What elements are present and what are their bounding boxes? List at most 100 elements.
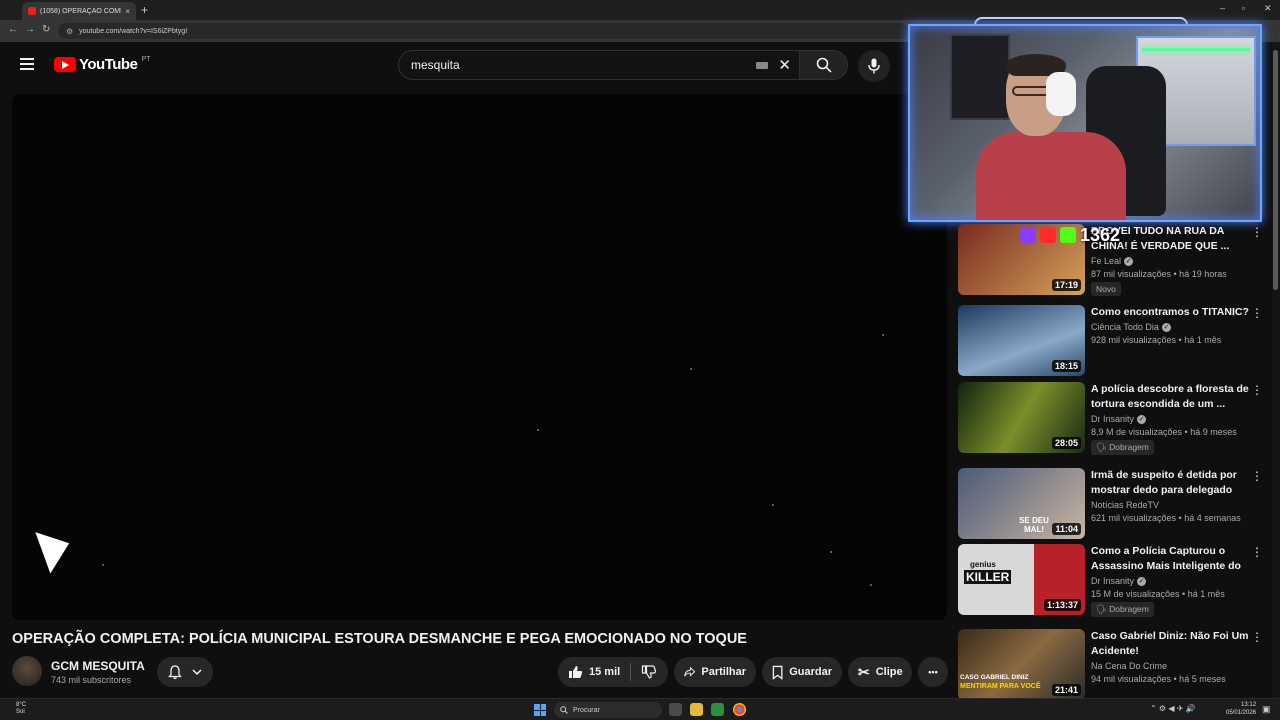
save-button[interactable]: Guardar bbox=[762, 657, 842, 687]
more-options-icon[interactable]: ⋮ bbox=[1251, 384, 1263, 396]
clip-button[interactable]: ✂ Clipe bbox=[848, 657, 912, 687]
reload-icon[interactable]: ↻ bbox=[42, 24, 50, 35]
video-thumbnail[interactable]: 28:05 bbox=[958, 382, 1085, 453]
taskbar-clock[interactable]: 13:12 05/01/2026 bbox=[1226, 701, 1256, 717]
notification-icon[interactable]: ▣ bbox=[1262, 704, 1271, 715]
minimize-icon[interactable]: – bbox=[1220, 3, 1225, 13]
bookmark-icon bbox=[772, 665, 783, 680]
thumbs-up-icon bbox=[569, 666, 583, 678]
search-button[interactable] bbox=[800, 50, 848, 80]
recommendation-channel[interactable]: Fe Leal bbox=[1091, 256, 1121, 266]
recommendation-meta: 94 mil visualizações • há 5 meses bbox=[1091, 674, 1226, 684]
video-thumbnail[interactable]: genius KILLER 1:13:37 bbox=[958, 544, 1085, 615]
chrome-icon[interactable] bbox=[733, 703, 746, 716]
taskbar-search-placeholder: Procurar bbox=[573, 706, 600, 714]
store-icon[interactable] bbox=[711, 703, 724, 716]
thumbnail-label: genius bbox=[970, 560, 996, 569]
recommendation-title[interactable]: A polícia descobre a floresta de tortura… bbox=[1091, 382, 1251, 412]
recommendation-channel[interactable]: Dr Insanity bbox=[1091, 414, 1134, 424]
thumbs-down-icon[interactable] bbox=[641, 665, 657, 679]
more-options-icon[interactable]: ⋮ bbox=[1251, 631, 1263, 643]
video-thumbnail[interactable]: 18:15 bbox=[958, 305, 1085, 376]
scissors-icon: ✂ bbox=[858, 663, 870, 680]
recommendation-channel[interactable]: Na Cena Do Crime bbox=[1091, 661, 1167, 671]
duration-badge: 11:04 bbox=[1052, 523, 1081, 535]
dubbing-icon: 🗣 bbox=[1096, 604, 1107, 614]
more-options-icon[interactable]: ⋮ bbox=[1251, 546, 1263, 558]
forward-icon[interactable]: → bbox=[25, 24, 35, 35]
scrollbar-thumb[interactable] bbox=[1273, 50, 1278, 290]
recommendation-title[interactable]: Irmã de suspeito é detida por mostrar de… bbox=[1091, 468, 1251, 498]
share-button[interactable]: Partilhar bbox=[674, 657, 756, 687]
search-input[interactable] bbox=[411, 58, 757, 72]
clear-search-icon[interactable]: ✕ bbox=[778, 56, 791, 74]
task-view-icon[interactable] bbox=[669, 703, 682, 716]
windows-start-icon[interactable] bbox=[534, 704, 546, 716]
youtube-logo[interactable]: YouTube PT bbox=[54, 56, 150, 73]
video-thumbnail[interactable]: CASO GABRIEL DINIZ MENTIRAM PARA VOCÊ 21… bbox=[958, 629, 1085, 700]
more-icon: ••• bbox=[928, 667, 938, 677]
dubbing-icon: 🗣 bbox=[1096, 442, 1107, 452]
recommendation-item[interactable]: genius KILLER 1:13:37 Como a Polícia Cap… bbox=[958, 544, 1268, 617]
channel-avatar[interactable] bbox=[12, 656, 42, 686]
thumbnail-label: KILLER bbox=[964, 570, 1012, 584]
file-explorer-icon[interactable] bbox=[690, 703, 703, 716]
maximize-icon[interactable]: ▫ bbox=[1242, 3, 1245, 13]
more-actions-button[interactable]: ••• bbox=[918, 657, 948, 687]
verified-icon: ✓ bbox=[1137, 576, 1147, 586]
notifications-button[interactable] bbox=[157, 657, 213, 687]
recommendation-item[interactable]: 28:05 A polícia descobre a floresta de t… bbox=[958, 382, 1268, 455]
taskbar-search[interactable]: Procurar bbox=[554, 702, 662, 718]
like-divider bbox=[630, 663, 632, 681]
weather-widget[interactable]: 8°C Sol bbox=[16, 702, 26, 716]
search-icon bbox=[560, 706, 568, 714]
clock-time: 13:12 bbox=[1241, 702, 1257, 708]
video-thumbnail[interactable]: SE DEU MAL! 11:04 bbox=[958, 468, 1085, 539]
video-frame-speck bbox=[870, 584, 872, 586]
duration-badge: 1:13:37 bbox=[1043, 599, 1081, 611]
back-icon[interactable]: ← bbox=[8, 24, 18, 35]
recommendation-meta: 621 mil visualizações • há 4 semanas bbox=[1091, 513, 1241, 523]
youtube-icon bbox=[1040, 227, 1056, 243]
like-button[interactable]: 15 mil bbox=[568, 665, 620, 679]
video-frame-speck bbox=[690, 368, 692, 370]
tab-close-icon[interactable]: × bbox=[125, 7, 130, 16]
recommendation-channel[interactable]: Dr Insanity bbox=[1091, 576, 1134, 586]
system-tray-icons[interactable]: ⌃ ⚙ ◀ ✈ 🔊 bbox=[1150, 704, 1196, 713]
more-options-icon[interactable]: ⋮ bbox=[1251, 307, 1263, 319]
more-options-icon[interactable]: ⋮ bbox=[1251, 226, 1263, 238]
microphone-icon bbox=[868, 58, 880, 74]
channel-watermark bbox=[182, 514, 292, 584]
recommendation-title[interactable]: Caso Gabriel Diniz: Não Foi Um Acidente! bbox=[1091, 629, 1251, 659]
verified-icon: ✓ bbox=[1161, 322, 1171, 332]
search-box: ✕ bbox=[398, 50, 800, 80]
streamer-webcam-overlay bbox=[908, 24, 1262, 222]
weather-temp: 8°C bbox=[16, 702, 27, 708]
browser-tab[interactable]: (1058) OPERAÇÃO COMPLETA × bbox=[22, 2, 136, 20]
recommendation-channel[interactable]: Notícias RedeTV bbox=[1091, 500, 1159, 510]
close-window-icon[interactable]: ✕ bbox=[1264, 3, 1272, 14]
video-frame-speck bbox=[537, 429, 539, 431]
keyboard-icon[interactable] bbox=[756, 61, 769, 69]
clip-label: Clipe bbox=[875, 666, 903, 678]
video-player[interactable] bbox=[12, 94, 947, 620]
recommendation-title[interactable]: Como a Polícia Capturou o Assassino Mais… bbox=[1091, 544, 1251, 574]
hamburger-menu-icon[interactable] bbox=[20, 58, 34, 70]
thumbnail-label: CASO GABRIEL DINIZ bbox=[960, 674, 1029, 681]
recommendation-title[interactable]: Como encontramos o TITANIC? bbox=[1091, 305, 1251, 320]
subscriber-count: 743 mil subscritores bbox=[51, 675, 132, 685]
more-options-icon[interactable]: ⋮ bbox=[1251, 470, 1263, 482]
new-tab-button[interactable]: + bbox=[141, 3, 148, 17]
logo-country-code: PT bbox=[141, 56, 151, 63]
duration-badge: 17:19 bbox=[1051, 279, 1081, 291]
url-field[interactable]: ⚙ youtube.com/watch?v=IS6iZPbtygI bbox=[58, 23, 908, 39]
site-info-icon[interactable]: ⚙ bbox=[66, 27, 73, 36]
recommendation-channel[interactable]: Ciência Todo Dia bbox=[1091, 322, 1159, 332]
voice-search-button[interactable] bbox=[858, 50, 890, 82]
recommendation-item[interactable]: CASO GABRIEL DINIZ MENTIRAM PARA VOCÊ 21… bbox=[958, 629, 1268, 701]
recommendation-item[interactable]: 18:15 Como encontramos o TITANIC? Ciênci… bbox=[958, 305, 1268, 377]
counter-value: 1362 bbox=[1080, 224, 1121, 245]
channel-name[interactable]: GCM MESQUITA bbox=[51, 659, 145, 673]
recommendation-meta: 87 mil visualizações • há 19 horas bbox=[1091, 269, 1227, 279]
recommendation-item[interactable]: SE DEU MAL! 11:04 Irmã de suspeito é det… bbox=[958, 468, 1268, 540]
